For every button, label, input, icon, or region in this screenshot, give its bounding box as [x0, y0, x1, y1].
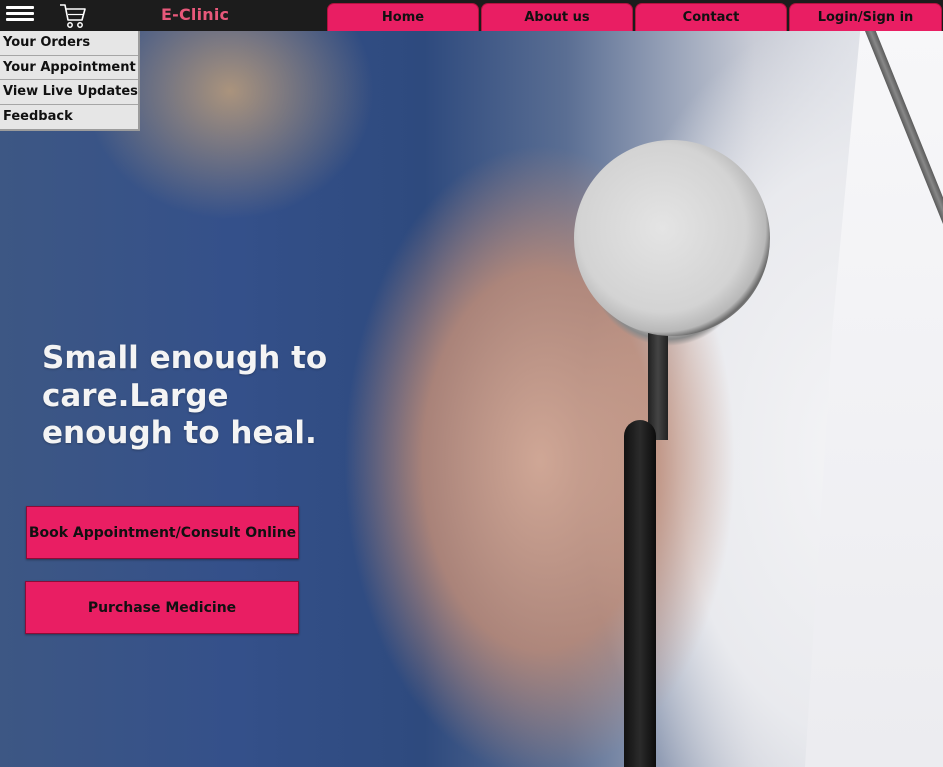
menu-item-feedback[interactable]: Feedback — [0, 105, 138, 130]
shopping-cart-icon[interactable] — [58, 2, 88, 29]
book-appointment-button[interactable]: Book Appointment/Consult Online — [26, 506, 299, 559]
menu-item-your-orders[interactable]: Your Orders — [0, 31, 138, 56]
menu-item-view-live-updates[interactable]: View Live Updates — [0, 80, 138, 105]
brand-logo-text[interactable]: E-Clinic — [161, 5, 229, 24]
purchase-medicine-button[interactable]: Purchase Medicine — [25, 581, 299, 634]
stethoscope-chestpiece — [574, 140, 770, 336]
nav-tab-home[interactable]: Home — [327, 3, 479, 31]
nav-tab-login-signin[interactable]: Login/Sign in — [789, 3, 942, 31]
hero-headline: Small enough to care.Large enough to hea… — [42, 340, 328, 451]
nav-tab-contact[interactable]: Contact — [635, 3, 787, 31]
top-navigation-bar: E-Clinic Home About us Contact Login/Sig… — [0, 0, 943, 31]
hamburger-menu-icon[interactable] — [6, 3, 34, 27]
stethoscope-tube — [624, 420, 656, 767]
menu-item-your-appointment[interactable]: Your Appointment — [0, 56, 138, 80]
nav-tab-about-us[interactable]: About us — [481, 3, 633, 31]
side-dropdown-menu: Your Orders Your Appointment View Live U… — [0, 31, 140, 131]
main-nav-tabs: Home About us Contact Login/Sign in — [327, 3, 942, 31]
